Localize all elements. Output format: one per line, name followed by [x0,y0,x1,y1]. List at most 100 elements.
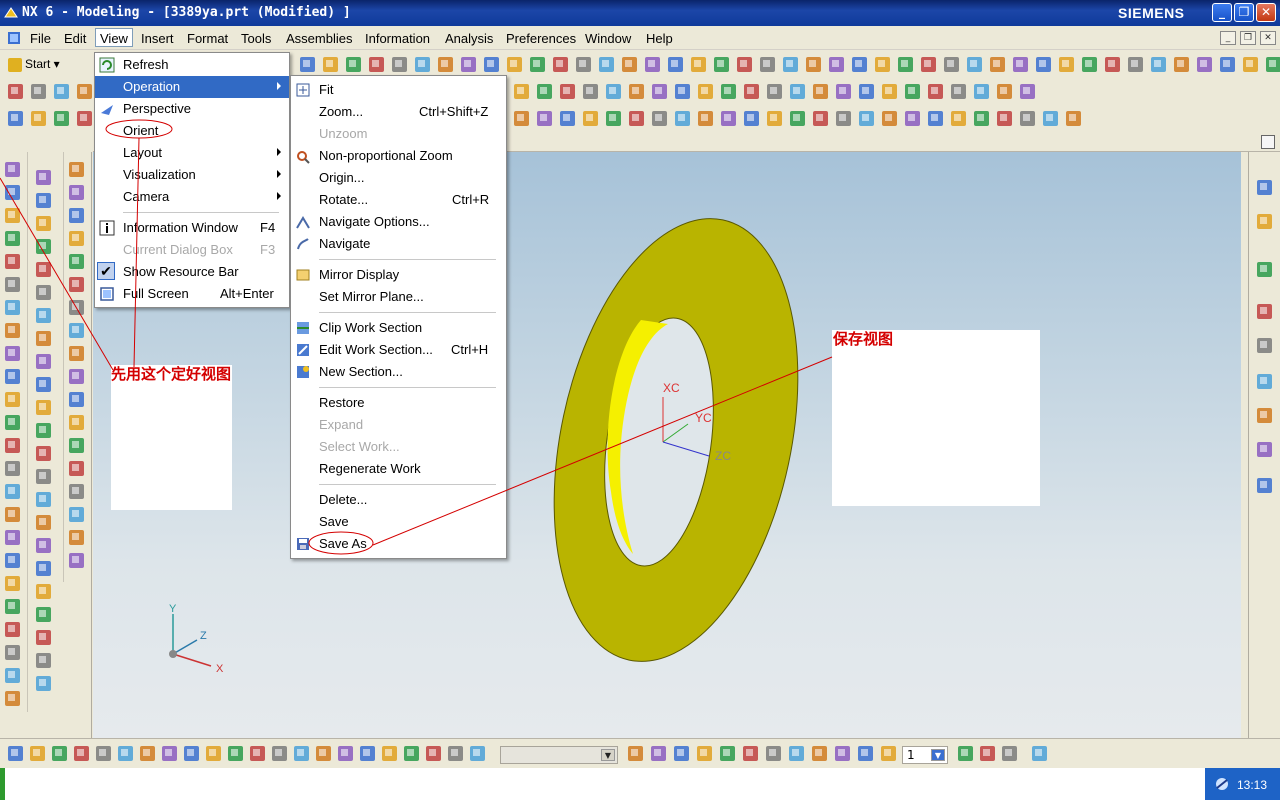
menu-item-full-screen[interactable]: Full Screen Alt+Enter [95,283,289,305]
toolbar-tool-icon[interactable] [1013,57,1028,72]
menu-item-new-section[interactable]: New Section... [291,361,506,383]
washer-part[interactable] [517,196,836,684]
toolbar-tool-icon[interactable] [760,57,775,72]
toolbar-tool-icon[interactable] [882,111,897,126]
bottom-tool-icon[interactable] [338,746,353,761]
toolbar-tool-icon[interactable] [882,84,897,99]
toolbar-tool-icon[interactable] [967,57,982,72]
left-tool-icon[interactable] [5,668,20,683]
toolbar-tool-icon[interactable] [905,84,920,99]
toolbar-tool-icon[interactable] [77,111,92,126]
left-tool-icon[interactable] [36,538,51,553]
filter-dropdown[interactable]: ▼ [500,746,618,764]
menu-item-delete[interactable]: Delete... [291,489,506,511]
toolbar-tool-icon[interactable] [1036,57,1051,72]
toolbar-tool-icon[interactable] [836,84,851,99]
bottom-tool-icon[interactable] [651,746,666,761]
toolbar-tool-icon[interactable] [1220,57,1235,72]
toolbar-tool-icon[interactable] [698,111,713,126]
toolbar-tool-icon[interactable] [54,111,69,126]
toolbar-tool-icon[interactable] [300,57,315,72]
menu-item-information-window[interactable]: Information Window F4 [95,217,289,239]
toolbar-tool-icon[interactable] [714,57,729,72]
left-tool-icon[interactable] [69,461,84,476]
toolbar-tool-icon[interactable] [921,57,936,72]
toolbar-tool-icon[interactable] [514,84,529,99]
toolbar-tool-icon[interactable] [560,84,575,99]
left-tool-icon[interactable] [36,446,51,461]
left-tool-icon[interactable] [36,676,51,691]
toolbar-tool-icon[interactable] [583,84,598,99]
left-tool-icon[interactable] [5,438,20,453]
toolbar-tool-icon[interactable] [928,84,943,99]
toolbar-tool-icon[interactable] [530,57,545,72]
left-tool-icon[interactable] [36,584,51,599]
left-tool-icon[interactable] [5,277,20,292]
toolbar-tool-icon[interactable] [875,57,890,72]
toolbar-tool-icon[interactable] [323,57,338,72]
toolbar-tool-icon[interactable] [629,84,644,99]
toolbar-tool-icon[interactable] [744,111,759,126]
left-tool-icon[interactable] [5,162,20,177]
left-tool-icon[interactable] [5,461,20,476]
bottom-tool-icon[interactable] [184,746,199,761]
bottom-tool-icon[interactable] [470,746,485,761]
toolbar-tool-icon[interactable] [8,111,23,126]
toolbar-tool-icon[interactable] [852,57,867,72]
toolbar-tool-icon[interactable] [951,111,966,126]
minimize-button[interactable]: _ [1212,3,1232,22]
bottom-tool-icon[interactable] [228,746,243,761]
toolbar-tool-icon[interactable] [652,84,667,99]
menu-item-unzoom[interactable]: Unzoom [291,123,506,145]
bottom-tool-icon[interactable] [958,746,973,761]
toolbar-tool-icon[interactable] [622,57,637,72]
left-tool-icon[interactable] [5,691,20,706]
toolbar-tool-icon[interactable] [484,57,499,72]
left-tool-icon[interactable] [69,415,84,430]
menu-item-navigate[interactable]: Navigate [291,233,506,255]
toolbar-tool-icon[interactable] [790,84,805,99]
bottom-tool-icon[interactable] [1002,746,1017,761]
toolbar-tool-icon[interactable] [514,111,529,126]
toolbar-tool-icon[interactable] [898,57,913,72]
left-tool-icon[interactable] [36,469,51,484]
left-tool-icon[interactable] [69,254,84,269]
left-tool-icon[interactable] [5,346,20,361]
toolbar-tool-icon[interactable] [1151,57,1166,72]
menu-item-fit[interactable]: Fit [291,79,506,101]
menu-item-restore[interactable]: Restore [291,392,506,414]
toolbar-tool-icon[interactable] [77,84,92,99]
toolbar-tool-icon[interactable] [438,57,453,72]
toolbar-tool-icon[interactable] [813,84,828,99]
left-tool-icon[interactable] [36,561,51,576]
toolbar-tool-icon[interactable] [599,57,614,72]
toolbar-tool-icon[interactable] [928,111,943,126]
bottom-tool-icon[interactable] [697,746,712,761]
left-tool-icon[interactable] [5,185,20,200]
left-tool-icon[interactable] [36,285,51,300]
toolbar-tool-icon[interactable] [905,111,920,126]
menu-item-save[interactable]: Save [291,511,506,533]
bottom-tool-icon[interactable] [382,746,397,761]
menu-file[interactable]: File [26,29,55,48]
toolbar-tool-icon[interactable] [31,111,46,126]
left-tool-icon[interactable] [69,392,84,407]
toolbar-tool-icon[interactable] [997,111,1012,126]
menu-item-zoom[interactable]: Zoom... Ctrl+Shift+Z [291,101,506,123]
bottom-tool-icon[interactable] [789,746,804,761]
toolbar-tool-icon[interactable] [629,111,644,126]
left-tool-icon[interactable] [36,193,51,208]
toolbar-tool-icon[interactable] [767,111,782,126]
menu-item-orient[interactable]: Orient [95,120,289,142]
bottom-tool-icon[interactable] [404,746,419,761]
bottom-tool-icon[interactable] [858,746,873,761]
menu-item-perspective[interactable]: Perspective [95,98,289,120]
left-tool-icon[interactable] [5,507,20,522]
bottom-tool-icon[interactable] [8,746,23,761]
left-tool-icon[interactable] [69,300,84,315]
bottom-tool-icon[interactable] [250,746,265,761]
menu-edit[interactable]: Edit [60,29,90,48]
bottom-tool-icon[interactable] [30,746,45,761]
left-toolbar-icons[interactable] [0,152,92,738]
toolbar-tool-icon[interactable] [54,84,69,99]
